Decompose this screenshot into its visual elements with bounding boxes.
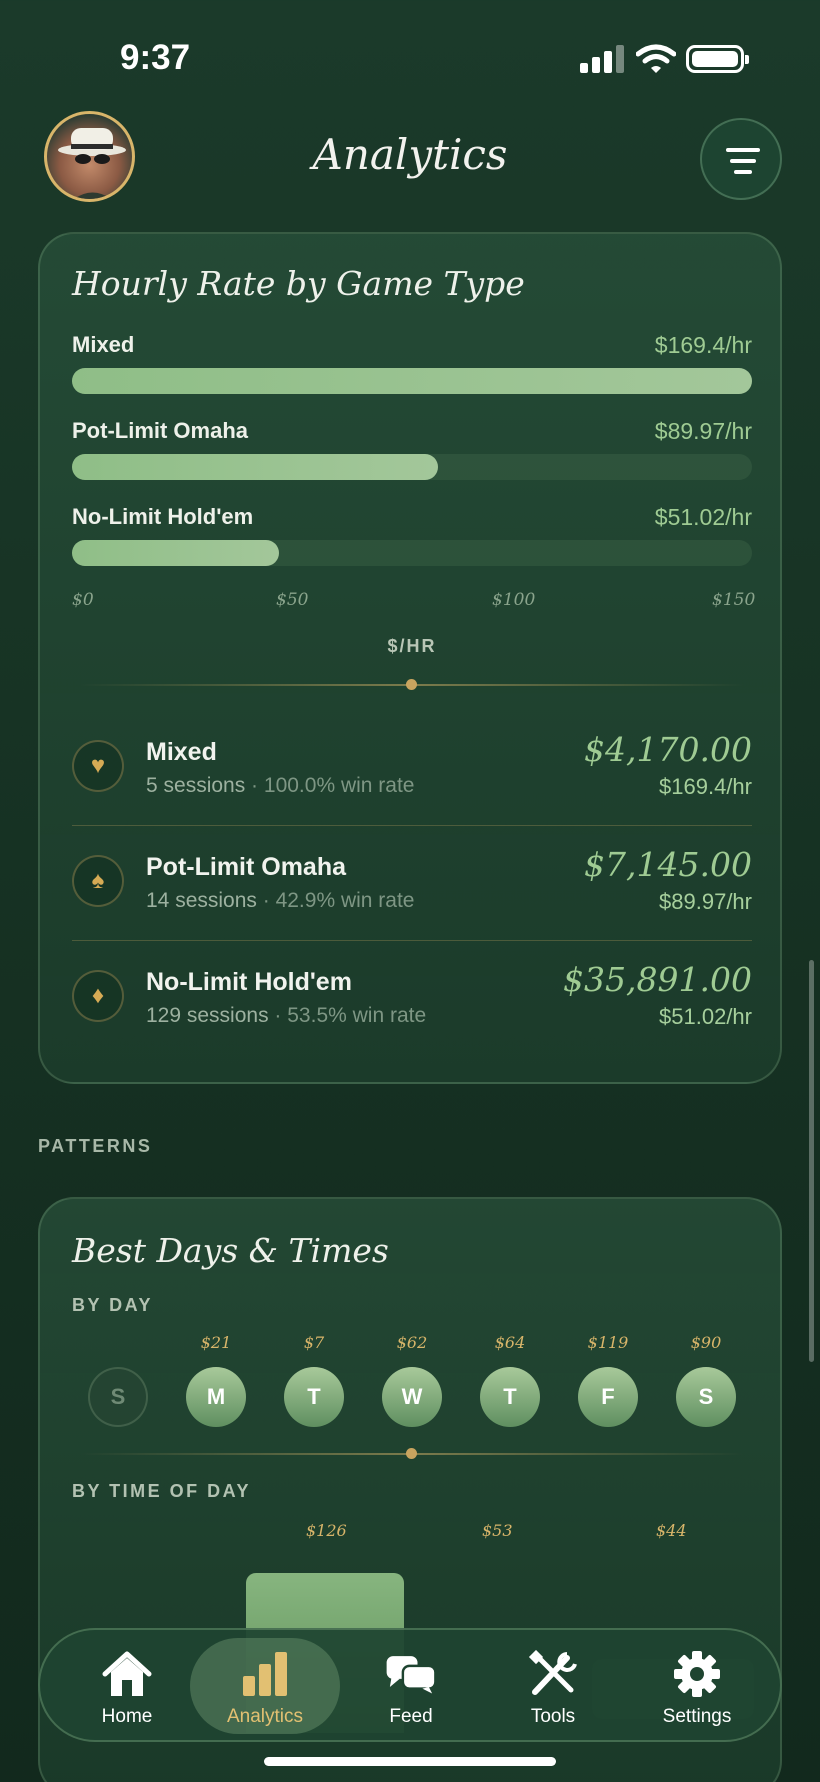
chat-bubbles-icon	[386, 1656, 437, 1694]
tab-label: Home	[101, 1706, 153, 1727]
day-circle: T	[284, 1367, 344, 1427]
home-icon	[102, 1651, 152, 1696]
tab-feed[interactable]: Feed	[336, 1630, 486, 1740]
by-day-label: BY DAY	[72, 1295, 154, 1315]
win-rate: 42.9% win rate	[275, 889, 415, 912]
tab-tools[interactable]: Tools	[478, 1630, 628, 1740]
tab-settings[interactable]: Settings	[622, 1630, 772, 1740]
tab-bar: Home Analytics Feed Tools Settings	[38, 1628, 782, 1742]
bar-track	[72, 368, 752, 394]
day-circle: W	[382, 1367, 442, 1427]
win-rate: 100.0% win rate	[263, 774, 415, 797]
tab-label: Tools	[530, 1706, 576, 1727]
bar-label: No-Limit Hold'em	[72, 504, 254, 529]
day-amount: $21	[200, 1333, 232, 1352]
bar-value: $51.02/hr	[654, 504, 752, 530]
game-name: No-Limit Hold'em	[146, 968, 352, 996]
day-circle: S	[88, 1367, 148, 1427]
time-amount: $53	[482, 1521, 513, 1540]
time-amount: $44	[656, 1521, 687, 1540]
session-count: 14 sessions	[146, 889, 257, 912]
bar-track	[72, 540, 752, 566]
tab-analytics[interactable]: Analytics	[190, 1638, 340, 1734]
day-amount: $62	[396, 1333, 428, 1352]
bar-fill	[72, 368, 752, 394]
session-count: 129 sessions	[146, 1004, 269, 1027]
game-rate: $169.4/hr	[659, 774, 752, 799]
game-total: $4,170.00	[584, 730, 752, 769]
day-amount: $64	[494, 1333, 526, 1352]
axis-tick: $0	[72, 590, 94, 610]
day-circle: M	[186, 1367, 246, 1427]
day-amount: $90	[690, 1333, 722, 1352]
divider-dot	[406, 1448, 417, 1459]
bar-chart-icon	[243, 1652, 287, 1696]
session-count: 5 sessions	[146, 774, 246, 797]
bar-fill	[72, 540, 280, 566]
game-meta: 129 sessions · 53.5% win rate	[146, 1004, 427, 1027]
day-circle: S	[676, 1367, 736, 1427]
cellular-signal-icon	[580, 45, 624, 73]
game-rate: $89.97/hr	[659, 889, 752, 914]
bar-label: Pot-Limit Omaha	[72, 418, 249, 443]
game-total: $7,145.00	[584, 845, 752, 884]
tab-label: Feed	[389, 1706, 433, 1727]
day-circle: F	[578, 1367, 638, 1427]
game-row[interactable]: ♦ No-Limit Hold'em 129 sessions · 53.5% …	[72, 942, 752, 1056]
diamond-icon: ♦	[72, 970, 124, 1022]
status-bar: 9:37	[0, 0, 820, 110]
win-rate: 53.5% win rate	[287, 1004, 427, 1027]
status-time: 9:37	[120, 38, 191, 77]
game-name: Mixed	[146, 738, 217, 766]
tab-label: Settings	[662, 1706, 732, 1727]
gear-icon	[674, 1651, 720, 1697]
hourly-rate-card: Hourly Rate by Game Type Mixed $169.4/hr…	[38, 232, 782, 1084]
wifi-icon	[636, 44, 676, 73]
game-total: $35,891.00	[563, 960, 752, 999]
filter-button[interactable]	[700, 118, 782, 200]
heart-icon: ♥	[72, 740, 124, 792]
game-meta: 5 sessions · 100.0% win rate	[146, 774, 415, 797]
bar-track	[72, 454, 752, 480]
home-indicator[interactable]	[264, 1757, 556, 1766]
axis-tick: $100	[492, 590, 536, 610]
game-name: Pot-Limit Omaha	[146, 853, 347, 881]
axis-label: $/HR	[387, 636, 437, 656]
section-label-patterns: PATTERNS	[38, 1136, 153, 1156]
card-title: Best Days & Times	[72, 1231, 389, 1270]
page-title: Analytics	[312, 130, 508, 179]
day-amount: $119	[587, 1333, 629, 1352]
spade-icon: ♠	[72, 855, 124, 907]
game-meta: 14 sessions · 42.9% win rate	[146, 889, 415, 912]
bar-fill	[72, 454, 438, 480]
tab-home[interactable]: Home	[52, 1630, 202, 1740]
game-row[interactable]: ♥ Mixed 5 sessions · 100.0% win rate $4,…	[72, 712, 752, 826]
card-title: Hourly Rate by Game Type	[72, 264, 525, 303]
bar-value: $89.97/hr	[654, 418, 752, 444]
tab-label: Analytics	[226, 1706, 304, 1727]
bar-value: $169.4/hr	[654, 332, 752, 358]
time-amount: $126	[306, 1521, 347, 1540]
tools-icon	[528, 1650, 577, 1695]
filter-icon	[726, 148, 760, 152]
bar-label: Mixed	[72, 332, 135, 357]
day-amount: $7	[303, 1333, 325, 1352]
axis-tick: $150	[712, 590, 756, 610]
day-circle: T	[480, 1367, 540, 1427]
divider-dot	[406, 679, 417, 690]
battery-icon	[686, 45, 749, 73]
game-rate: $51.02/hr	[659, 1004, 752, 1029]
axis-tick: $50	[276, 590, 309, 610]
game-row[interactable]: ♠ Pot-Limit Omaha 14 sessions · 42.9% wi…	[72, 827, 752, 941]
by-time-label: BY TIME OF DAY	[72, 1481, 252, 1501]
scroll-indicator[interactable]	[809, 960, 814, 1362]
